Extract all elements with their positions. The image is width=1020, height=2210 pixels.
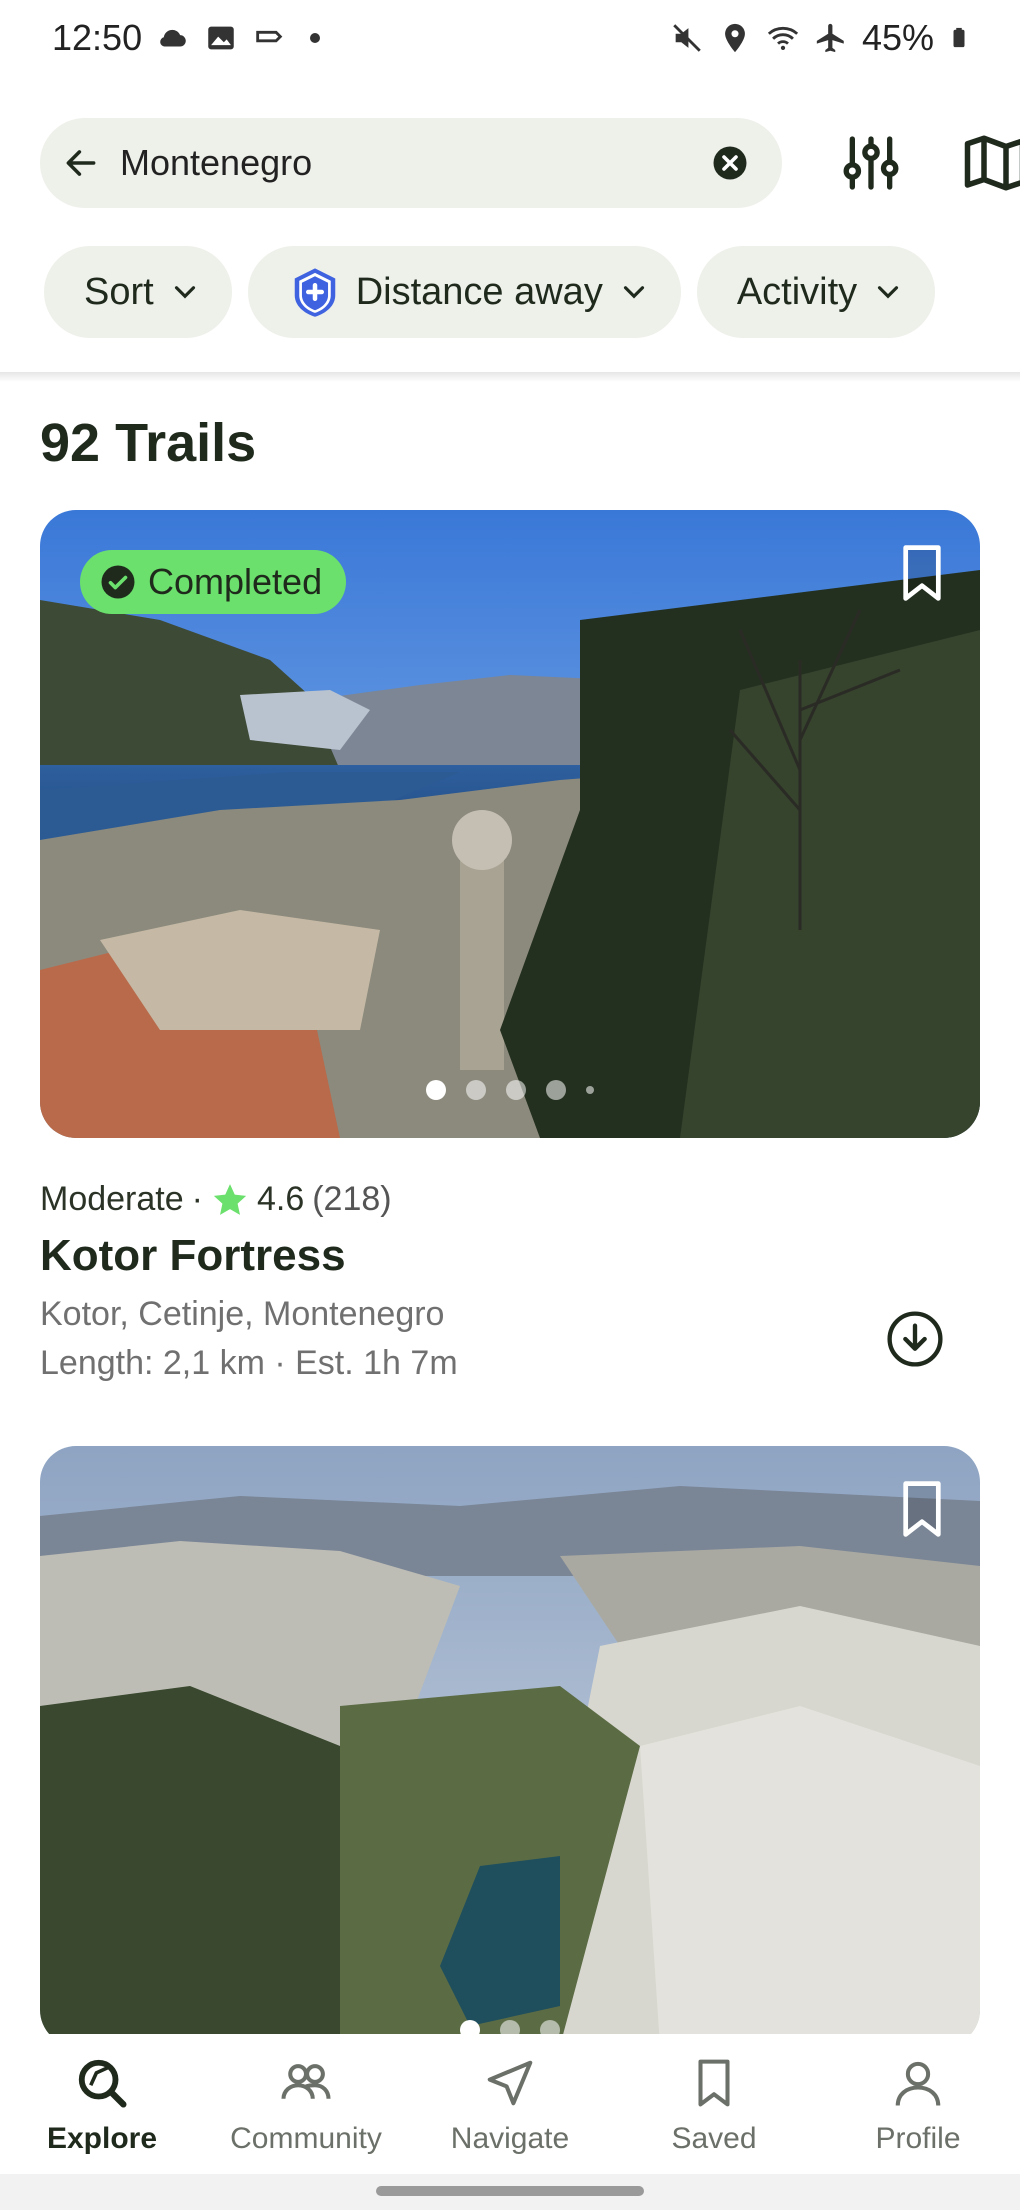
trail-card-image[interactable]: Completed: [40, 510, 980, 1138]
nav-explore[interactable]: Explore: [2, 2056, 202, 2156]
star-icon: [213, 1183, 247, 1215]
filter-sliders-icon: [843, 136, 899, 190]
clear-search-icon[interactable]: [712, 145, 748, 181]
airplane-mode-icon: [816, 23, 844, 53]
image-icon: [208, 26, 234, 50]
image-pager[interactable]: [426, 1080, 594, 1100]
trail-length: Length: 2,1 km · Est. 1h 7m: [40, 1344, 458, 1382]
trail-card-image[interactable]: [40, 1446, 980, 2046]
download-icon[interactable]: [886, 1310, 944, 1368]
difficulty-label: Moderate: [40, 1180, 184, 1218]
mute-icon: [673, 24, 701, 52]
bookmark-icon[interactable]: [900, 1480, 944, 1538]
completed-badge-label: Completed: [148, 561, 323, 602]
search-bar[interactable]: Montenegro: [40, 118, 782, 208]
search-icon: [78, 2059, 127, 2108]
sort-chip[interactable]: Sort: [44, 246, 232, 338]
chevron-down-icon: [878, 286, 899, 299]
app-notification-icon: [256, 30, 283, 43]
rating-value: 4.6: [256, 1180, 305, 1218]
pager-dot[interactable]: [466, 1080, 486, 1100]
review-count: (218): [312, 1180, 392, 1218]
chevron-down-icon: [174, 286, 195, 299]
cloud-icon: [160, 29, 186, 47]
bookmark-icon[interactable]: [900, 544, 944, 602]
home-gesture-bar[interactable]: [376, 2186, 644, 2196]
nav-profile[interactable]: Profile: [818, 2056, 1018, 2156]
search-row: Montenegro: [40, 118, 1020, 208]
pager-dot[interactable]: [426, 1080, 446, 1100]
community-icon: [281, 2064, 331, 2099]
status-bar: 12:50 45%: [0, 0, 1020, 76]
nav-navigate[interactable]: Navigate: [410, 2056, 610, 2156]
trail-photo: [40, 1446, 980, 2046]
navigation-arrow-icon: [487, 2060, 533, 2106]
premium-shield-icon: [294, 268, 335, 317]
check-circle-icon: [101, 565, 135, 599]
results-count: 92 Trails: [40, 413, 257, 473]
location-icon: [725, 23, 745, 53]
activity-chip[interactable]: Activity: [696, 246, 936, 338]
nav-profile-label: Profile: [875, 2122, 961, 2155]
activity-chip-label: Activity: [736, 270, 858, 313]
notification-dot: [310, 33, 321, 43]
nav-saved-label: Saved: [671, 2122, 757, 2155]
battery-percent: 45%: [861, 17, 934, 58]
status-time: 12:50: [52, 17, 143, 58]
profile-icon: [895, 2061, 941, 2106]
trail-name[interactable]: Kotor Fortress: [40, 1231, 980, 1281]
pager-dot[interactable]: [586, 1086, 594, 1094]
nav-explore-label: Explore: [46, 2122, 158, 2155]
filters-button[interactable]: [836, 128, 906, 198]
trail-meta: Moderate · 4.6 (218): [40, 1180, 980, 1219]
map-view-button[interactable]: [960, 128, 1020, 198]
trail-card-info[interactable]: Moderate · 4.6 (218) Kotor Fortress Koto…: [40, 1180, 980, 1383]
header-divider: [0, 372, 1020, 382]
separator-dot: ·: [191, 1180, 203, 1218]
back-arrow-icon[interactable]: [62, 144, 100, 182]
wifi-icon: [767, 26, 799, 51]
battery-icon: [953, 27, 965, 48]
pager-dot[interactable]: [546, 1080, 566, 1100]
distance-chip-label: Distance away: [355, 270, 603, 313]
nav-navigate-label: Navigate: [450, 2122, 570, 2155]
pager-dot[interactable]: [506, 1080, 526, 1100]
map-icon: [964, 135, 1020, 191]
chevron-down-icon: [623, 286, 644, 299]
bookmark-icon: [698, 2059, 730, 2107]
nav-community[interactable]: Community: [206, 2056, 406, 2156]
completed-badge: Completed: [80, 550, 347, 614]
nav-community-label: Community: [230, 2122, 382, 2155]
sort-chip-label: Sort: [84, 270, 154, 313]
trail-location: Kotor, Cetinje, Montenegro: [40, 1295, 445, 1333]
distance-chip[interactable]: Distance away: [247, 246, 681, 338]
nav-saved[interactable]: Saved: [614, 2056, 814, 2156]
bottom-navigation: Explore Community Navigate Saved Profile: [0, 2034, 1020, 2174]
search-input[interactable]: Montenegro: [120, 142, 692, 184]
filter-chips: Sort Distance away Activity: [44, 246, 1020, 338]
